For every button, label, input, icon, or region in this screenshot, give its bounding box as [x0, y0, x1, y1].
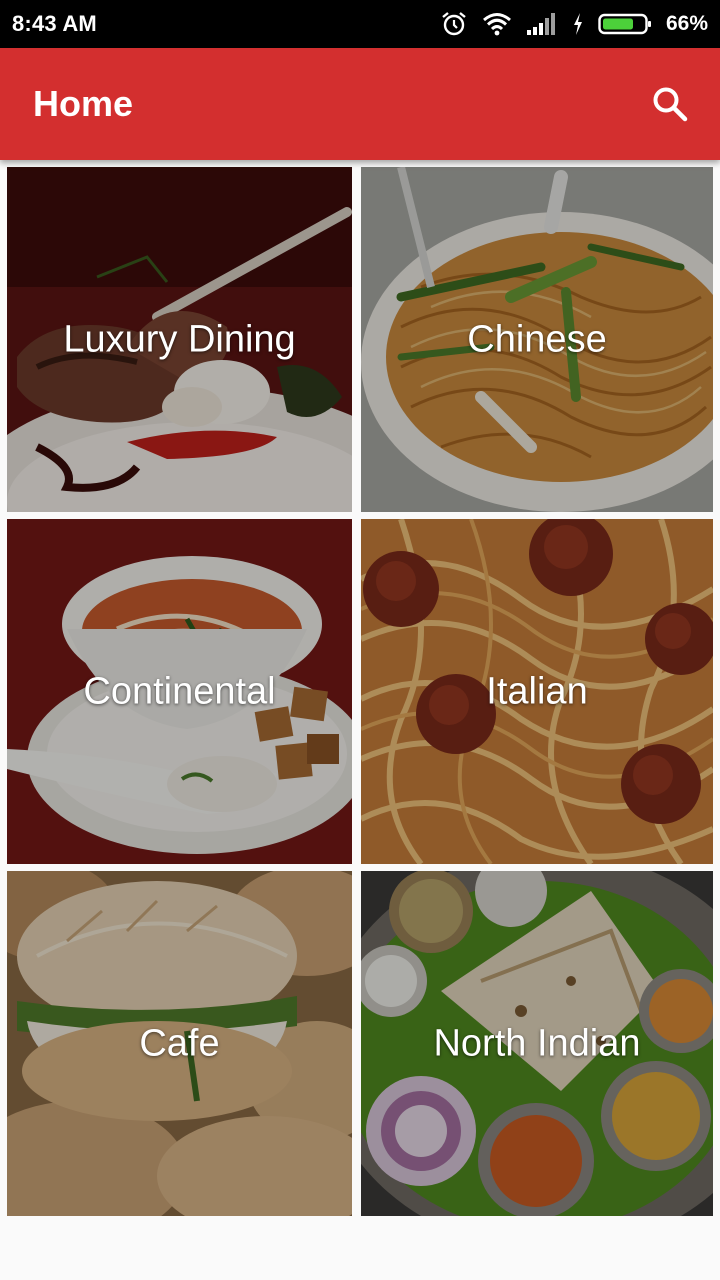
status-bar: 8:43 AM 66%: [0, 0, 720, 48]
category-label: Chinese: [467, 318, 607, 360]
category-tile-italian[interactable]: Italian: [361, 519, 713, 864]
category-tile-luxury-dining[interactable]: Luxury Dining: [7, 167, 352, 512]
category-tile-north-indian[interactable]: North Indian: [361, 871, 713, 1216]
category-label: North Indian: [433, 1022, 641, 1064]
charging-icon: [572, 12, 584, 36]
category-label: Cafe: [139, 1022, 220, 1064]
page-title: Home: [33, 83, 134, 124]
signal-icon: [526, 12, 558, 36]
wifi-icon: [482, 12, 512, 36]
search-icon: [653, 87, 688, 122]
category-tile-cafe[interactable]: Cafe: [7, 871, 352, 1216]
alarm-icon: [440, 10, 468, 38]
battery-percentage: 66%: [665, 12, 708, 35]
category-label: Luxury Dining: [63, 318, 296, 360]
app-bar: Home: [0, 48, 720, 160]
category-label: Italian: [486, 670, 588, 712]
bottom-spacer: [0, 1218, 720, 1280]
search-button[interactable]: [642, 76, 698, 132]
category-tile-chinese[interactable]: Chinese: [361, 167, 713, 512]
category-tile-continental[interactable]: Continental: [7, 519, 352, 864]
battery-icon: [598, 12, 652, 36]
category-label: Continental: [83, 670, 276, 712]
status-time: 8:43 AM: [12, 11, 97, 36]
status-icons: 66%: [440, 10, 708, 38]
